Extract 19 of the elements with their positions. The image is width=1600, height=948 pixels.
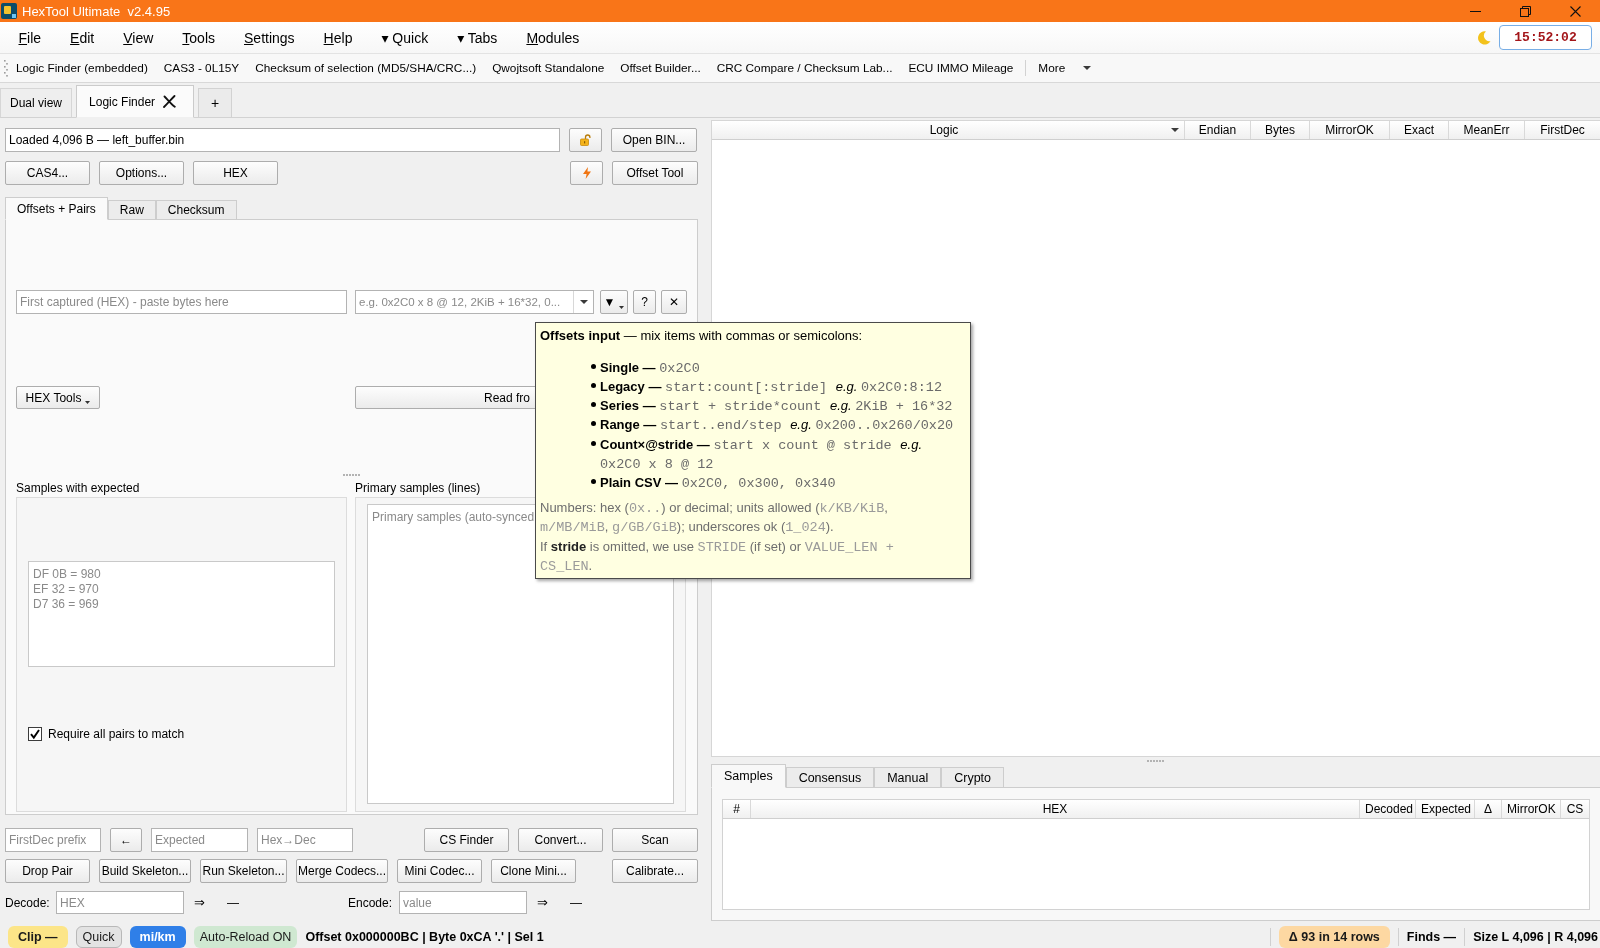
arrow-text: ⇒ — [194, 895, 205, 910]
status-text: Finds — — [1406, 929, 1457, 946]
field-label: Encode: — [348, 895, 394, 910]
result-text: — — [226, 895, 239, 910]
tooltip-title: Offsets input — mix items with commas or semicolons: — [540, 327, 864, 345]
arrow-text: ⇒ — [537, 895, 548, 910]
offset-format-item: Plain CSV — 0x2C0, 0x300, 0x340 — [600, 473, 837, 493]
group-label: Samples with expected — [16, 480, 140, 497]
field-label: Decode: — [5, 895, 51, 910]
offset-format-item: Range — start..end/step e.g. 0x200..0x260/0x20 — [600, 416, 955, 435]
group-label: Primary samples (lines) — [355, 480, 481, 497]
result-text: — — [569, 895, 582, 910]
checkbox-label: Require all pairs to match — [48, 727, 185, 741]
offset-format-item: Count×@stride — start x count @ stride e.g. 0x2C0 x 8 @ 12 — [600, 435, 923, 473]
clock: 15:52:02 — [1499, 25, 1592, 50]
offset-format-item: Single — 0x2C0 — [600, 358, 701, 377]
status-text: Offset 0x000000BC | Byte 0xCA '.' | Sel 1 — [305, 929, 544, 946]
window-title: HexTool Ultimate v2.4.95 — [22, 3, 171, 19]
status-text: Size L 4,096 | R 4,096 — [1473, 929, 1598, 946]
